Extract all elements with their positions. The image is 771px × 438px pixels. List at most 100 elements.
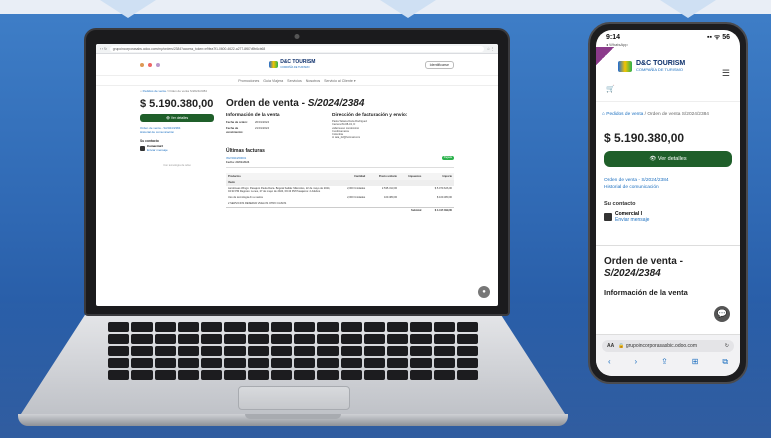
site-logo[interactable]: D&C TOURISM COMPAÑÍA DE TURISMO (269, 58, 316, 70)
subtotal-label: Subtotal (399, 206, 424, 214)
phone-site-header: D&C TOURISM COMPAÑÍA DE TURISMO (596, 47, 740, 85)
order-date-value: 20/01/2024 (255, 120, 269, 124)
bookmarks-icon[interactable]: ⊞ (692, 357, 699, 367)
order-title-prefix: Orden de venta - (226, 98, 308, 109)
home-icon[interactable]: ⌂ (602, 112, 605, 117)
reload-icon[interactable]: ↻ (725, 343, 729, 349)
cart-icon[interactable]: 🛒 (596, 85, 740, 93)
send-message-link[interactable]: Enviar mensaje (615, 217, 649, 223)
col-importe: Importe (423, 172, 454, 180)
order-title-prefix: Orden de venta - (604, 256, 683, 267)
portal-content: $ 5.190.380,00 👁 Ver detalles Orden de v… (96, 96, 498, 214)
background-triangle (380, 0, 436, 18)
breadcrumb-current: Orden de venta S/2024/2384 (168, 89, 207, 93)
phone-breadcrumb: ⌂ Pedidos de venta / Orden de venta S/20… (596, 101, 740, 117)
background-triangle (100, 0, 156, 18)
logo-sub: COMPAÑÍA DE TURISMO (636, 67, 683, 72)
contact-heading: Su contacto (140, 139, 159, 143)
avatar (140, 146, 145, 151)
browser-toolbar-icons[interactable]: ☆ ⋮ (487, 47, 494, 51)
logo-sub: COMPAÑÍA DE TURISMO (280, 65, 310, 69)
nav-item-servicios[interactable]: Servicios (287, 79, 302, 83)
menu-icon[interactable]: ☰ (722, 68, 730, 79)
share-icon[interactable]: ⇪ (661, 357, 668, 367)
order-total: $ 5.190.380,00 (604, 131, 685, 145)
send-message-link[interactable]: Enviar mensaje (147, 148, 168, 152)
logo-mark-icon (269, 61, 279, 68)
powered-by: Con tecnología de odoo (163, 164, 191, 167)
site-header: D&C TOURISM COMPAÑÍA DE TURISMO Identific… (96, 54, 498, 76)
billing-info: Dirección de facturación y envío: Paola … (332, 113, 407, 140)
nav-item-guia[interactable]: Guía Viajera (263, 79, 283, 83)
login-button[interactable]: Identificarse (424, 60, 454, 69)
safari-toolbar: AA 🔒 grupoincorporasasbic.odoo.com ↻ ‹ ›… (596, 334, 740, 376)
cell: $ 5.070.626,00 (434, 187, 452, 191)
order-sidebar: $ 5.190.380,00 👁 Ver detalles Orden de v… (140, 96, 214, 214)
browser-address-bar[interactable]: grupoincorporasabs.odoo.com/my/orders/23… (109, 45, 484, 52)
safari-address-bar[interactable]: AA 🔒 grupoincorporasasbic.odoo.com ↻ (602, 340, 734, 352)
safari-url[interactable]: 🔒 grupoincorporasasbic.odoo.com (618, 343, 721, 349)
nav-item-nosotros[interactable]: Nosotros (306, 79, 320, 83)
breadcrumb-link[interactable]: Pedidos de venta (143, 89, 166, 93)
order-title: Orden de venta - S/2024/2384 (596, 246, 740, 280)
col-productos: Productos (226, 172, 336, 180)
table-row: Aerolíneas Wingo: Pasajero Paula Daza. B… (226, 186, 454, 195)
forward-icon[interactable]: › (635, 357, 638, 367)
home-icon[interactable]: ⌂ (140, 89, 142, 93)
status-badge: Pagada (441, 155, 454, 160)
col-precio: Precio unitario (367, 172, 400, 180)
cell: 2.535.313,00 (381, 187, 398, 191)
browser-nav-icons[interactable]: ‹ › ↻ (100, 47, 107, 51)
order-link[interactable]: Orden de venta - S/2024/2384 (604, 177, 732, 184)
invoice-date: Fecha: 20/01/2024 (226, 159, 250, 164)
contact-heading: Su contacto (604, 201, 636, 207)
order-lines-table: Productos Cantidad Precio unitario Impue… (226, 172, 454, 214)
col-impuestos: Impuestos (399, 172, 424, 180)
logo-brand: D&C TOURISM (636, 60, 686, 67)
reader-aa-button[interactable]: AA (607, 343, 614, 349)
breadcrumb-link[interactable]: Pedidos de venta (606, 112, 643, 117)
laptop-keyboard (108, 322, 478, 380)
expiry-date-label: Fecha de vencimiento: (226, 126, 244, 134)
facebook-icon[interactable] (140, 62, 144, 67)
chat-icon[interactable]: ● (478, 286, 490, 298)
chat-icon[interactable]: 💬 (714, 306, 730, 322)
billing-address: Paola Tatiana Daza Rodríguez Carrera 8A … (332, 120, 407, 140)
logo-mark-icon[interactable] (618, 60, 632, 72)
table-header: Productos Cantidad Precio unitario Impue… (226, 172, 454, 180)
sale-info-heading: Información de la venta (604, 288, 688, 297)
laptop-notch (245, 414, 341, 419)
laptop-camera (294, 34, 300, 39)
breadcrumb: ⌂ Pedidos de venta / Orden de venta S/20… (96, 86, 498, 96)
view-details-button[interactable]: 👁 Ver detalles (604, 151, 732, 167)
instagram-icon[interactable] (148, 62, 152, 67)
billing-email: ✉ tata_22@hotmail.com (332, 136, 361, 140)
nav-item-servicio-cliente[interactable]: Servicio al Cliente ▾ (324, 79, 356, 83)
col-cantidad: Cantidad (335, 172, 368, 180)
view-details-button[interactable]: 👁 Ver detalles (140, 114, 214, 122)
history-link[interactable]: Historial de comunicación (604, 184, 732, 191)
subtotal-value: $ 4.417.399,00 (423, 206, 454, 214)
ribbon-icon (596, 47, 614, 65)
back-icon[interactable]: ‹ (608, 357, 611, 367)
billing-heading: Dirección de facturación y envío: (332, 113, 408, 118)
contact-card: Comercial I Enviar mensaje (596, 207, 740, 223)
order-info-columns: Información de la venta Fecha de orden: 2… (226, 113, 454, 140)
cell (399, 186, 423, 195)
nav-item-promociones[interactable]: Promociones (238, 79, 259, 83)
phone-screen: 9:14 ▪▪ ᯤ 56 ◂ WhatsApp D&C TOURISM COMPA… (596, 30, 740, 376)
tiktok-icon[interactable] (156, 62, 160, 67)
contact-card: Comercial I Enviar mensaje (140, 144, 214, 152)
background-triangle (660, 0, 716, 18)
order-total: $ 5.190.380,00 (140, 98, 214, 110)
order-main: Orden de venta - S/2024/2384 Información… (226, 96, 454, 214)
site-nav: Promociones Guía Viajera Servicios Nosot… (96, 76, 498, 86)
breadcrumb-current: / Orden de venta S/2024/2384 (644, 112, 709, 117)
history-link[interactable]: Historial de comunicación (140, 130, 214, 134)
order-date-label: Fecha de orden: (226, 120, 248, 124)
logo-brand: D&C TOURISM (280, 58, 316, 65)
laptop-touchpad (238, 386, 350, 410)
safari-nav: ‹ › ⇪ ⊞ ⧉ (596, 357, 740, 367)
tabs-icon[interactable]: ⧉ (722, 357, 728, 367)
order-title-id: S/2024/2384 (307, 98, 365, 109)
